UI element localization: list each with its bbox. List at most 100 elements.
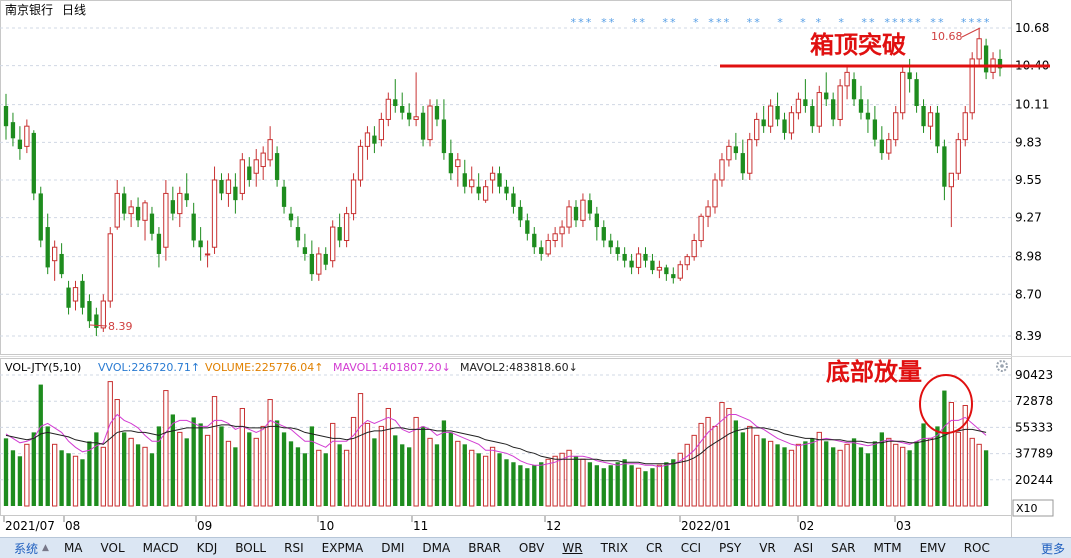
volume-bar — [343, 449, 350, 507]
volume-bar — [482, 455, 489, 507]
volume-bar — [698, 422, 704, 507]
candle — [441, 99, 447, 160]
more-button[interactable]: 更多 — [1041, 540, 1065, 557]
candle — [969, 52, 975, 120]
indicator-tab-trix[interactable]: TRIX — [592, 541, 637, 555]
price-tick-label: 8.70 — [1015, 287, 1042, 301]
candle — [309, 240, 315, 281]
volume-bar — [225, 440, 232, 507]
indicator-tab-vol[interactable]: VOL — [92, 541, 134, 555]
candle — [795, 92, 802, 120]
candle — [462, 159, 467, 194]
candle — [719, 153, 725, 187]
indicator-tab-dmi[interactable]: DMI — [372, 541, 413, 555]
candle — [156, 227, 162, 268]
candle — [559, 220, 565, 248]
signal-marks: *** ** ** ** * *** ** * * * * ** ***** *… — [570, 16, 990, 29]
indicator-tab-expma[interactable]: EXPMA — [313, 541, 373, 555]
volume-bar — [128, 437, 134, 507]
candle — [837, 79, 843, 127]
candle — [566, 200, 572, 234]
volume-bar — [629, 465, 634, 506]
indicator-tab-boll[interactable]: BOLL — [226, 541, 275, 555]
candle — [163, 179, 169, 261]
date-label: 11 — [413, 519, 428, 533]
indicator-tab-macd[interactable]: MACD — [134, 541, 188, 555]
candle — [580, 193, 586, 228]
volume-bar — [407, 447, 412, 506]
candle — [107, 227, 113, 308]
volume-bar — [3, 438, 9, 506]
volume-bar — [824, 441, 829, 506]
candle — [851, 72, 857, 107]
volume-bar — [462, 444, 467, 506]
candle — [378, 112, 385, 147]
volume-bar — [364, 422, 371, 507]
system-tab[interactable]: 系统 — [0, 540, 42, 557]
indicator-tab-psy[interactable]: PSY — [710, 541, 750, 555]
candle — [671, 267, 676, 284]
volume-bar — [622, 459, 627, 506]
volume-bar — [302, 453, 308, 506]
candle — [24, 119, 30, 154]
volume-bar — [455, 440, 461, 507]
price-tick-label: 10.68 — [1015, 21, 1049, 35]
candle — [122, 186, 127, 221]
volume-bar — [163, 390, 169, 507]
indicator-tab-brar[interactable]: BRAR — [459, 541, 510, 555]
candle — [858, 85, 864, 120]
vol-indicator-name[interactable]: VOL-JTY(5,10) — [5, 361, 81, 374]
system-dropdown-icon[interactable]: ▲ — [42, 543, 55, 553]
volume-bar — [385, 407, 391, 507]
volume-bar — [587, 462, 593, 506]
volume-bar — [816, 431, 822, 507]
indicator-tab-ma[interactable]: MA — [55, 541, 92, 555]
volume-tick-label: 55333 — [1015, 420, 1053, 434]
candle — [976, 28, 982, 66]
price-tick-label: 8.39 — [1015, 329, 1042, 343]
candle — [38, 186, 43, 248]
candle — [879, 126, 884, 160]
date-label: 12 — [546, 519, 561, 533]
high-pointer — [961, 27, 981, 38]
indicator-tab-roc[interactable]: ROC — [955, 541, 999, 555]
volume-bar — [191, 417, 196, 506]
candle — [754, 112, 760, 147]
indicator-tab-vr[interactable]: VR — [750, 541, 785, 555]
candle — [831, 92, 836, 127]
volume-bar — [927, 437, 934, 507]
candle — [204, 240, 211, 268]
volume-bar — [566, 449, 572, 507]
candle — [114, 179, 120, 230]
price-tick-label: 10.11 — [1015, 98, 1049, 112]
volume-bar — [671, 459, 676, 506]
candle — [128, 200, 134, 228]
volume-bar — [80, 459, 85, 506]
indicator-tab-sar[interactable]: SAR — [822, 541, 864, 555]
volume-bar — [643, 471, 648, 506]
candle — [872, 106, 878, 147]
volume-annotation: 底部放量 — [826, 358, 922, 386]
indicator-tab-cci[interactable]: CCI — [672, 541, 710, 555]
volume-bar — [59, 450, 64, 506]
candle — [955, 132, 961, 180]
indicator-tab-kdj[interactable]: KDJ — [188, 541, 227, 555]
volume-bar — [900, 446, 906, 507]
indicator-tab-obv[interactable]: OBV — [510, 541, 554, 555]
candle — [615, 240, 620, 261]
settings-gear-icon[interactable] — [996, 360, 1008, 372]
indicator-tab-emv[interactable]: EMV — [911, 541, 955, 555]
indicator-tab-asi[interactable]: ASI — [785, 541, 822, 555]
indicator-tab-wr[interactable]: WR — [553, 541, 591, 555]
volume-bar — [650, 468, 655, 506]
indicator-tab-cr[interactable]: CR — [637, 541, 672, 555]
indicator-tab-rsi[interactable]: RSI — [275, 541, 313, 555]
price-grid — [0, 27, 1011, 337]
volume-bar — [135, 444, 141, 506]
volume-value: VOLUME:225776.04↑ — [205, 361, 323, 374]
candle — [455, 153, 461, 187]
indicator-tab-mtm[interactable]: MTM — [865, 541, 911, 555]
candle — [407, 103, 412, 127]
candle — [10, 112, 16, 147]
indicator-tab-dma[interactable]: DMA — [413, 541, 459, 555]
